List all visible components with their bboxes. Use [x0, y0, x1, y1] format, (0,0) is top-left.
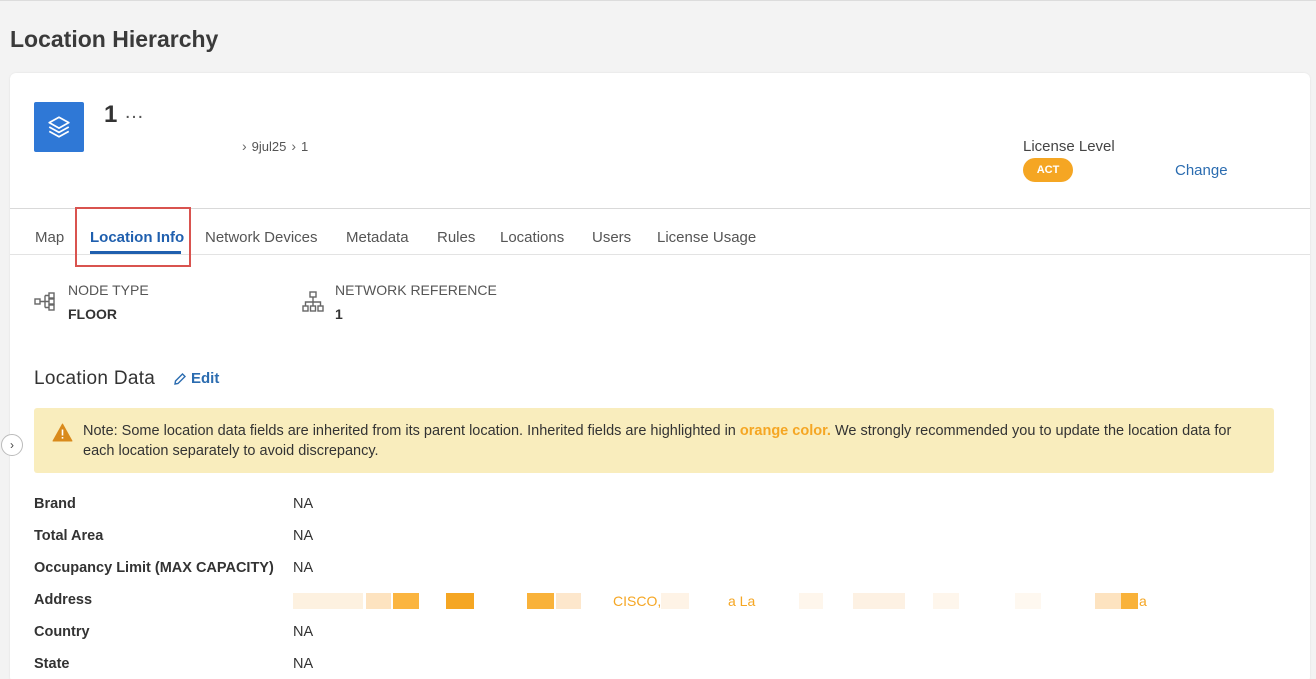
country-value: NA	[293, 624, 314, 640]
breadcrumb: › 9jul25 › 1	[242, 138, 308, 154]
chevron-right-icon: ›	[242, 138, 247, 154]
tab-highlight-box	[75, 207, 191, 267]
brand-label: Brand	[34, 496, 76, 512]
redacted-block	[1095, 593, 1121, 609]
tab-bar: Map Location Info Network Devices Metada…	[10, 209, 1310, 255]
redacted-block	[527, 593, 554, 609]
redacted-block	[799, 593, 823, 609]
total-area-label: Total Area	[34, 528, 104, 544]
redacted-block	[556, 593, 581, 609]
tab-locations[interactable]: Locations	[500, 229, 564, 246]
redacted-block	[446, 593, 474, 609]
note-highlight: orange color.	[739, 423, 831, 439]
license-level-label: License Level	[1023, 138, 1115, 155]
tab-metadata[interactable]: Metadata	[346, 229, 409, 246]
network-reference-label: NETWORK REFERENCE	[335, 282, 497, 298]
address-fragment: a La	[728, 593, 756, 609]
page-title: Location Hierarchy	[10, 26, 219, 52]
warning-icon	[52, 423, 73, 442]
breadcrumb-item[interactable]: 1	[301, 139, 308, 154]
location-card: 1 … › 9jul25 › 1 License Level ACT Chang…	[10, 73, 1310, 679]
edit-label: Edit	[191, 370, 220, 387]
redacted-block	[366, 593, 391, 609]
redacted-block	[1121, 593, 1138, 609]
state-value: NA	[293, 656, 314, 672]
brand-value: NA	[293, 496, 314, 512]
top-border	[0, 0, 1316, 1]
address-fragment: CISCO,	[613, 593, 662, 609]
sidebar-expand-button[interactable]: ›	[1, 434, 23, 456]
layers-icon	[48, 116, 70, 138]
state-label: State	[34, 656, 70, 672]
tab-users[interactable]: Users	[592, 229, 631, 246]
address-fragment: a	[1139, 593, 1147, 609]
node-type-label: NODE TYPE	[68, 282, 149, 298]
tab-license-usage[interactable]: License Usage	[657, 229, 756, 246]
tab-rules[interactable]: Rules	[437, 229, 475, 246]
change-license-link[interactable]: Change	[1175, 162, 1228, 179]
address-label: Address	[34, 592, 93, 608]
tab-network-devices[interactable]: Network Devices	[205, 229, 318, 246]
network-icon	[302, 291, 324, 312]
occupancy-limit-label: Occupancy Limit (MAX CAPACITY)	[34, 560, 274, 576]
location-tile	[34, 102, 84, 152]
node-type-value: FLOOR	[68, 306, 117, 322]
total-area-value: NA	[293, 528, 314, 544]
redacted-block	[661, 593, 689, 609]
inherited-fields-note: Note: Some location data fields are inhe…	[34, 408, 1274, 473]
chevron-right-icon: ›	[10, 438, 14, 452]
network-reference-value: 1	[335, 306, 343, 322]
redacted-block	[853, 593, 905, 609]
note-prefix: Note: Some location data fields are inhe…	[83, 423, 740, 439]
redacted-block	[1015, 593, 1041, 609]
license-badge: ACT	[1023, 158, 1073, 182]
redacted-block	[393, 593, 419, 609]
occupancy-limit-value: NA	[293, 560, 314, 576]
redacted-block	[293, 593, 363, 609]
pencil-icon	[174, 372, 186, 385]
location-name: 1	[104, 101, 118, 128]
hierarchy-icon	[34, 292, 55, 311]
location-data-title: Location Data	[34, 368, 156, 389]
country-label: Country	[34, 624, 90, 640]
redacted-block	[933, 593, 959, 609]
more-options-button[interactable]: …	[124, 101, 145, 124]
tab-map[interactable]: Map	[35, 229, 64, 246]
breadcrumb-item[interactable]: 9jul25	[252, 139, 287, 154]
note-text: Note: Some location data fields are inhe…	[83, 421, 1258, 461]
chevron-right-icon: ›	[291, 138, 297, 154]
edit-button[interactable]: Edit	[173, 370, 219, 387]
address-value: CISCO, a La a	[293, 593, 1153, 609]
